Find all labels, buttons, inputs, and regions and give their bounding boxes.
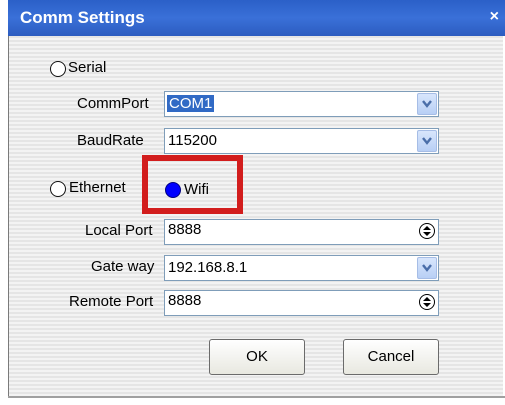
close-icon[interactable]: × — [490, 9, 499, 25]
remote-port-spinner[interactable] — [419, 294, 435, 310]
ethernet-radio[interactable] — [50, 181, 66, 197]
spinner-arrows-icon — [423, 297, 431, 307]
baudrate-dropdown-button[interactable] — [417, 130, 437, 152]
remote-port-label: Remote Port — [69, 293, 154, 310]
window-border-bottom — [8, 396, 505, 398]
gateway-value: 192.168.8.1 — [168, 259, 248, 276]
dialog-title: Comm Settings — [20, 8, 145, 27]
cancel-button[interactable]: Cancel — [343, 339, 439, 375]
baudrate-label: BaudRate — [77, 132, 144, 149]
title-bar[interactable]: Comm Settings × — [8, 0, 505, 36]
annotation-highlight-box — [142, 155, 243, 214]
chevron-down-icon — [422, 100, 432, 108]
commport-select[interactable]: COM1 — [164, 91, 439, 117]
local-port-input[interactable]: 8888 — [164, 219, 439, 245]
local-port-spinner[interactable] — [419, 223, 435, 239]
spinner-arrows-icon — [423, 226, 431, 236]
gateway-select[interactable]: 192.168.8.1 — [164, 255, 439, 281]
remote-port-input[interactable]: 8888 — [164, 290, 439, 316]
commport-label: CommPort — [77, 95, 149, 112]
chevron-down-icon — [422, 137, 432, 145]
baudrate-value: 115200 — [168, 132, 217, 149]
serial-radio[interactable] — [50, 61, 66, 77]
ok-button[interactable]: OK — [209, 339, 305, 375]
commport-value: COM1 — [167, 95, 215, 112]
baudrate-select[interactable]: 115200 — [164, 128, 439, 154]
chevron-down-icon — [422, 264, 432, 272]
ethernet-radio-label[interactable]: Ethernet — [69, 179, 126, 196]
remote-port-value: 8888 — [168, 292, 202, 309]
gateway-dropdown-button[interactable] — [417, 257, 437, 279]
local-port-value: 8888 — [168, 221, 202, 238]
gateway-label: Gate way — [91, 258, 155, 275]
local-port-label: Local Port — [85, 222, 153, 239]
commport-dropdown-button[interactable] — [417, 93, 437, 115]
serial-radio-label[interactable]: Serial — [68, 59, 106, 76]
